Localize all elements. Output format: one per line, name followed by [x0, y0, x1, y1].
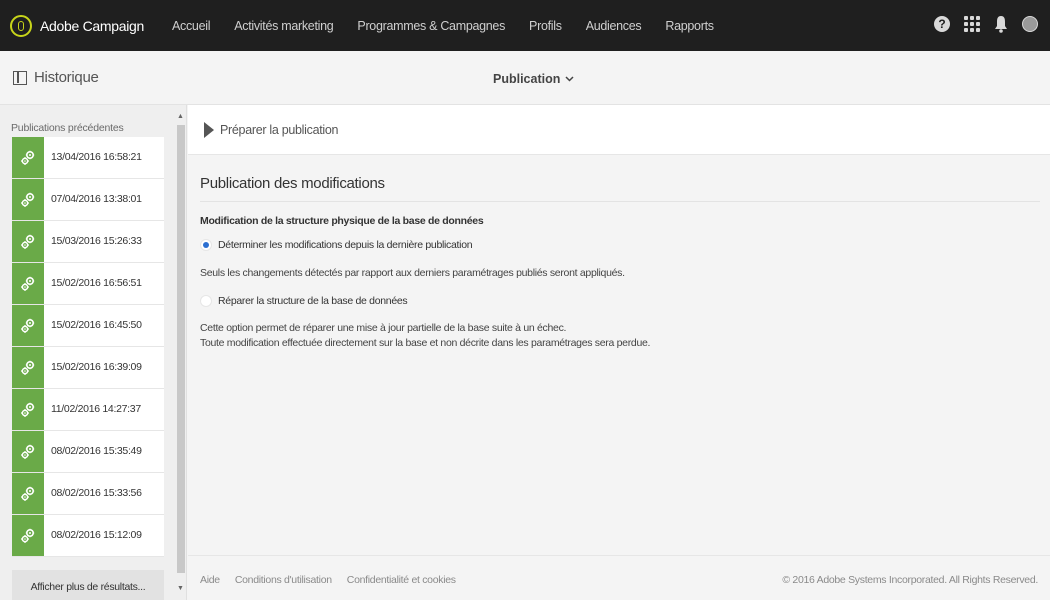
sidebar-panel-icon: [13, 70, 27, 85]
publication-item[interactable]: 15/02/2016 16:39:09: [12, 347, 164, 389]
radio-label: Déterminer les modifications depuis la d…: [218, 239, 473, 251]
page-title: Historique: [34, 69, 99, 86]
gears-icon: [12, 347, 44, 388]
gears-icon: [12, 305, 44, 346]
top-navigation-bar: Adobe Campaign Accueil Activités marketi…: [0, 0, 1050, 51]
nav-item-activites-marketing[interactable]: Activités marketing: [234, 19, 334, 33]
brand-name: Adobe Campaign: [40, 17, 144, 34]
option-determine-changes[interactable]: Déterminer les modifications depuis la d…: [200, 239, 1040, 251]
copyright: © 2016 Adobe Systems Incorporated. All R…: [782, 574, 1038, 586]
nav-item-programmes-campagnes[interactable]: Programmes & Campagnes: [357, 19, 505, 33]
option-repair-structure[interactable]: Réparer la structure de la base de donné…: [200, 295, 1040, 307]
help-icon[interactable]: ?: [934, 16, 950, 32]
section-title: Publication des modifications: [200, 175, 1040, 202]
scroll-up-arrow-icon[interactable]: ▲: [177, 113, 184, 120]
avatar[interactable]: [1022, 16, 1038, 32]
publication-date: 15/02/2016 16:45:50: [51, 319, 142, 331]
main-panel: Préparer la publication Publication des …: [188, 105, 1050, 555]
prepare-publication-toggle[interactable]: Préparer la publication: [188, 105, 1050, 155]
publication-item[interactable]: 15/02/2016 16:56:51: [12, 263, 164, 305]
brand[interactable]: Adobe Campaign: [10, 14, 170, 37]
gears-icon: [12, 515, 44, 556]
publication-date: 07/04/2016 13:38:01: [51, 193, 142, 205]
subsection-title: Modification de la structure physique de…: [200, 215, 484, 227]
publication-content: Publication des modifications Modificati…: [200, 175, 1040, 351]
publication-item[interactable]: 08/02/2016 15:12:09: [12, 515, 164, 557]
chevron-down-icon: [565, 74, 574, 85]
gears-icon: [12, 473, 44, 514]
nav-item-rapports[interactable]: Rapports: [665, 19, 714, 33]
gears-icon: [12, 179, 44, 220]
publication-item[interactable]: 07/04/2016 13:38:01: [12, 179, 164, 221]
publication-date: 13/04/2016 16:58:21: [51, 151, 142, 163]
publication-date: 08/02/2016 15:12:09: [51, 529, 142, 541]
radio-repair-structure[interactable]: [200, 295, 212, 307]
gears-icon: [12, 389, 44, 430]
page-header: Historique Publication: [0, 51, 1050, 105]
radio-determine-changes[interactable]: [200, 239, 212, 251]
expand-arrow-icon: [204, 121, 214, 138]
adobe-campaign-logo-icon: [10, 14, 32, 37]
option1-description: Seuls les changements détectés par rappo…: [200, 267, 625, 279]
publication-date: 15/02/2016 16:56:51: [51, 277, 142, 289]
bell-icon[interactable]: [994, 15, 1008, 33]
nav-item-audiences[interactable]: Audiences: [586, 19, 642, 33]
footer-links: Aide Conditions d'utilisation Confidenti…: [200, 574, 471, 586]
footer-link-privacy[interactable]: Confidentialité et cookies: [347, 574, 456, 586]
top-icons: ?: [920, 15, 1038, 33]
main-nav: Accueil Activités marketing Programmes &…: [172, 19, 738, 33]
option2-description-line2: Toute modification effectuée directement…: [200, 337, 651, 349]
publication-date: 15/02/2016 16:39:09: [51, 361, 142, 373]
publication-date: 08/02/2016 15:35:49: [51, 445, 142, 457]
scroll-down-arrow-icon[interactable]: ▼: [177, 585, 184, 592]
publication-item[interactable]: 15/02/2016 16:45:50: [12, 305, 164, 347]
footer: Aide Conditions d'utilisation Confidenti…: [188, 555, 1050, 600]
publication-date: 08/02/2016 15:33:56: [51, 487, 142, 499]
show-more-results-button[interactable]: Afficher plus de résultats...: [12, 570, 164, 600]
prepare-publication-label: Préparer la publication: [220, 122, 339, 137]
publication-list: 13/04/2016 16:58:21 07/04/2016 13:38:01 15…: [12, 137, 164, 557]
radio-label: Réparer la structure de la base de donné…: [218, 295, 408, 307]
option2-description: Cette option permet de réparer une mise …: [200, 321, 1040, 351]
gears-icon: [12, 263, 44, 304]
gears-icon: [12, 137, 44, 178]
option2-description-line1: Cette option permet de réparer une mise …: [200, 322, 567, 334]
publication-item[interactable]: 15/03/2016 15:26:33: [12, 221, 164, 263]
footer-link-aide[interactable]: Aide: [200, 574, 220, 586]
publication-item[interactable]: 08/02/2016 15:33:56: [12, 473, 164, 515]
publication-date: 11/02/2016 14:27:37: [51, 403, 141, 415]
publication-date: 15/03/2016 15:26:33: [51, 235, 142, 247]
sidebar-label: Publications précédentes: [11, 122, 124, 134]
publication-dropdown-label: Publication: [493, 72, 561, 86]
gears-icon: [12, 221, 44, 262]
history-sidebar: Publications précédentes 13/04/2016 16:5…: [0, 105, 187, 600]
publication-item[interactable]: 13/04/2016 16:58:21: [12, 137, 164, 179]
footer-link-conditions[interactable]: Conditions d'utilisation: [235, 574, 332, 586]
publication-item[interactable]: 11/02/2016 14:27:37: [12, 389, 164, 431]
nav-item-accueil[interactable]: Accueil: [172, 19, 211, 33]
history-toggle[interactable]: Historique: [13, 69, 99, 86]
nav-item-profils[interactable]: Profils: [529, 19, 562, 33]
scrollbar-thumb[interactable]: [177, 125, 185, 573]
apps-grid-icon[interactable]: [964, 16, 980, 32]
publication-item[interactable]: 08/02/2016 15:35:49: [12, 431, 164, 473]
publication-dropdown[interactable]: Publication: [493, 72, 574, 86]
sidebar-scrollbar[interactable]: ▲ ▼: [176, 113, 185, 593]
gears-icon: [12, 431, 44, 472]
